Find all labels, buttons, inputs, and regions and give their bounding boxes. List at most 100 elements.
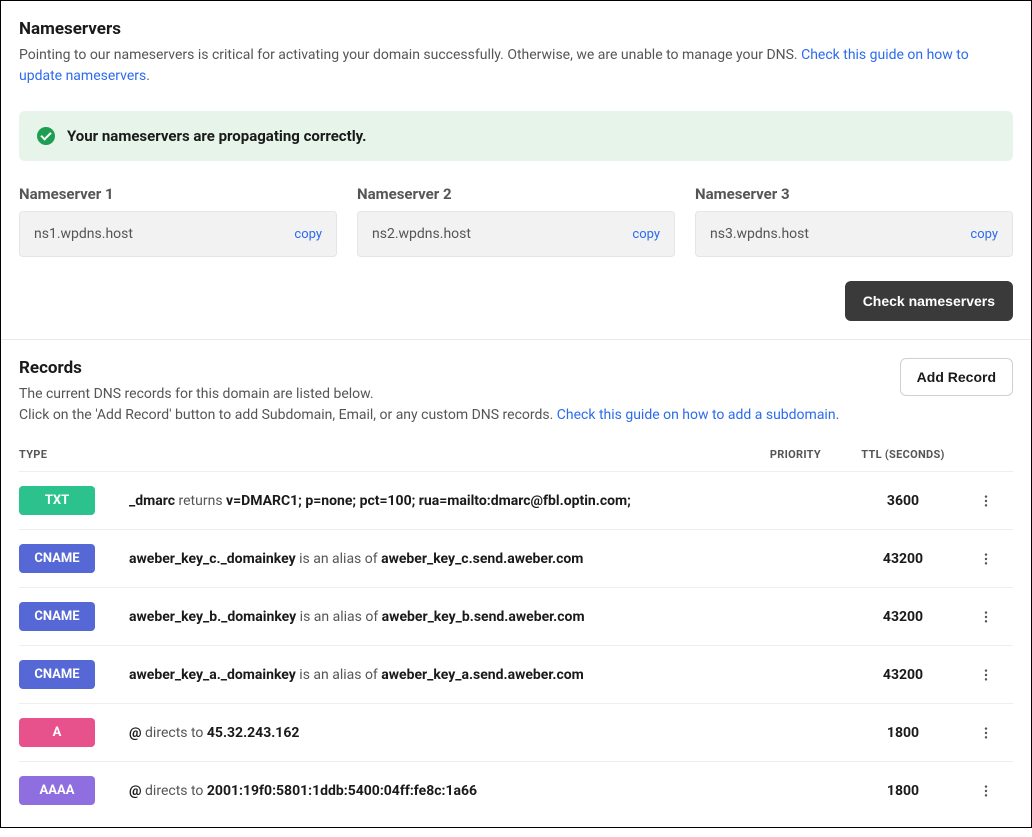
- more-vertical-icon: [979, 784, 993, 798]
- nameserver-box: ns3.wpdns.host copy: [695, 211, 1013, 257]
- records-header: Records The current DNS records for this…: [19, 358, 1013, 426]
- more-vertical-icon: [979, 726, 993, 740]
- record-verb: is an alias of: [296, 551, 381, 567]
- record-name: _dmarc: [129, 493, 175, 509]
- record-type-cell: AAAA: [19, 776, 129, 805]
- check-nameservers-button[interactable]: Check nameservers: [845, 281, 1013, 321]
- more-actions-button[interactable]: [973, 488, 999, 514]
- records-description: The current DNS records for this domain …: [19, 384, 900, 426]
- nameserver-box: ns1.wpdns.host copy: [19, 211, 337, 257]
- record-name: aweber_key_a._domainkey: [129, 667, 296, 683]
- record-name: @: [129, 725, 142, 741]
- record-type-cell: CNAME: [19, 602, 129, 631]
- nameserver-1: Nameserver 1 ns1.wpdns.host copy: [19, 185, 337, 257]
- records-desc-line2-suffix: .: [836, 407, 840, 423]
- record-target: 2001:19f0:5801:1ddb:5400:04ff:fe8c:1a66: [207, 783, 477, 799]
- record-name: aweber_key_c._domainkey: [129, 551, 296, 567]
- col-main-header: [129, 448, 743, 461]
- nameserver-label: Nameserver 3: [695, 185, 1013, 203]
- col-type-header: TYPE: [19, 448, 129, 461]
- record-ttl: 1800: [833, 783, 973, 799]
- record-verb: directs to: [142, 783, 207, 799]
- record-actions: [973, 662, 1013, 688]
- record-type-badge: CNAME: [19, 602, 95, 631]
- more-actions-button[interactable]: [973, 604, 999, 630]
- record-type-badge: CNAME: [19, 544, 95, 573]
- nameservers-description: Pointing to our nameservers is critical …: [19, 45, 1013, 87]
- col-ttl-header: TTL (SECONDS): [833, 448, 973, 461]
- record-description: _dmarc returns v=DMARC1; p=none; pct=100…: [129, 493, 743, 509]
- alert-text: Your nameservers are propagating correct…: [67, 127, 367, 145]
- nameserver-2: Nameserver 2 ns2.wpdns.host copy: [357, 185, 675, 257]
- more-vertical-icon: [979, 552, 993, 566]
- record-target: aweber_key_a.send.aweber.com: [381, 667, 584, 683]
- record-actions: [973, 720, 1013, 746]
- col-priority-header: PRIORITY: [743, 448, 833, 461]
- nameserver-inputs-row: Nameserver 1 ns1.wpdns.host copy Nameser…: [19, 185, 1013, 257]
- record-target: aweber_key_b.send.aweber.com: [382, 609, 585, 625]
- copy-button[interactable]: copy: [294, 227, 322, 242]
- record-type-badge: AAAA: [19, 776, 95, 805]
- add-record-button[interactable]: Add Record: [900, 358, 1013, 396]
- record-verb: is an alias of: [296, 667, 381, 683]
- record-type-badge: TXT: [19, 486, 95, 515]
- table-row: CNAME aweber_key_a._domainkey is an alias…: [19, 645, 1013, 703]
- table-body: TXT _dmarc returns v=DMARC1; p=none; pct=…: [19, 471, 1013, 819]
- col-actions-header: [973, 448, 1013, 461]
- records-guide-link[interactable]: Check this guide on how to add a subdoma…: [557, 407, 836, 423]
- copy-button[interactable]: copy: [632, 227, 660, 242]
- record-actions: [973, 604, 1013, 630]
- nameserver-value: ns3.wpdns.host: [710, 226, 809, 242]
- propagation-alert: Your nameservers are propagating correct…: [19, 111, 1013, 161]
- table-row: A @ directs to 45.32.243.162 1800: [19, 703, 1013, 761]
- record-target: 45.32.243.162: [207, 725, 300, 741]
- table-row: AAAA @ directs to 2001:19f0:5801:1ddb:540…: [19, 761, 1013, 819]
- more-vertical-icon: [979, 610, 993, 624]
- record-ttl: 3600: [833, 493, 973, 509]
- records-section: Records The current DNS records for this…: [1, 340, 1031, 837]
- record-description: @ directs to 2001:19f0:5801:1ddb:5400:04…: [129, 783, 743, 799]
- record-description: @ directs to 45.32.243.162: [129, 725, 743, 741]
- record-verb: returns: [175, 493, 226, 509]
- record-target: aweber_key_c.send.aweber.com: [381, 551, 583, 567]
- table-row: CNAME aweber_key_b._domainkey is an alias…: [19, 587, 1013, 645]
- more-actions-button[interactable]: [973, 720, 999, 746]
- nameserver-label: Nameserver 2: [357, 185, 675, 203]
- nameserver-label: Nameserver 1: [19, 185, 337, 203]
- record-ttl: 43200: [833, 609, 973, 625]
- record-verb: is an alias of: [296, 609, 381, 625]
- records-desc-line1: The current DNS records for this domain …: [19, 386, 374, 402]
- more-actions-button[interactable]: [973, 662, 999, 688]
- nameservers-title: Nameservers: [19, 19, 1013, 39]
- record-type-badge: A: [19, 718, 95, 747]
- record-ttl: 43200: [833, 667, 973, 683]
- more-vertical-icon: [979, 668, 993, 682]
- record-verb: directs to: [142, 725, 207, 741]
- nameservers-section: Nameservers Pointing to our nameservers …: [1, 1, 1031, 339]
- nameserver-value: ns2.wpdns.host: [372, 226, 471, 242]
- record-type-cell: TXT: [19, 486, 129, 515]
- record-type-badge: CNAME: [19, 660, 95, 689]
- records-desc-line2-prefix: Click on the 'Add Record' button to add …: [19, 407, 557, 423]
- record-target: v=DMARC1; p=none; pct=100; rua=mailto:dm…: [226, 493, 631, 509]
- nameserver-box: ns2.wpdns.host copy: [357, 211, 675, 257]
- record-type-cell: A: [19, 718, 129, 747]
- nameserver-value: ns1.wpdns.host: [34, 226, 133, 242]
- record-actions: [973, 778, 1013, 804]
- records-table: TYPE PRIORITY TTL (SECONDS) TXT _dmarc re…: [19, 448, 1013, 819]
- more-vertical-icon: [979, 494, 993, 508]
- nameserver-3: Nameserver 3 ns3.wpdns.host copy: [695, 185, 1013, 257]
- record-description: aweber_key_c._domainkey is an alias of a…: [129, 551, 743, 567]
- record-description: aweber_key_b._domainkey is an alias of a…: [129, 609, 743, 625]
- record-ttl: 43200: [833, 551, 973, 567]
- check-circle-icon: [37, 127, 55, 145]
- record-actions: [973, 546, 1013, 572]
- more-actions-button[interactable]: [973, 778, 999, 804]
- nameservers-desc-suffix: .: [146, 68, 150, 84]
- record-ttl: 1800: [833, 725, 973, 741]
- nameservers-desc-text: Pointing to our nameservers is critical …: [19, 47, 801, 63]
- copy-button[interactable]: copy: [970, 227, 998, 242]
- more-actions-button[interactable]: [973, 546, 999, 572]
- table-row: TXT _dmarc returns v=DMARC1; p=none; pct=…: [19, 471, 1013, 529]
- record-actions: [973, 488, 1013, 514]
